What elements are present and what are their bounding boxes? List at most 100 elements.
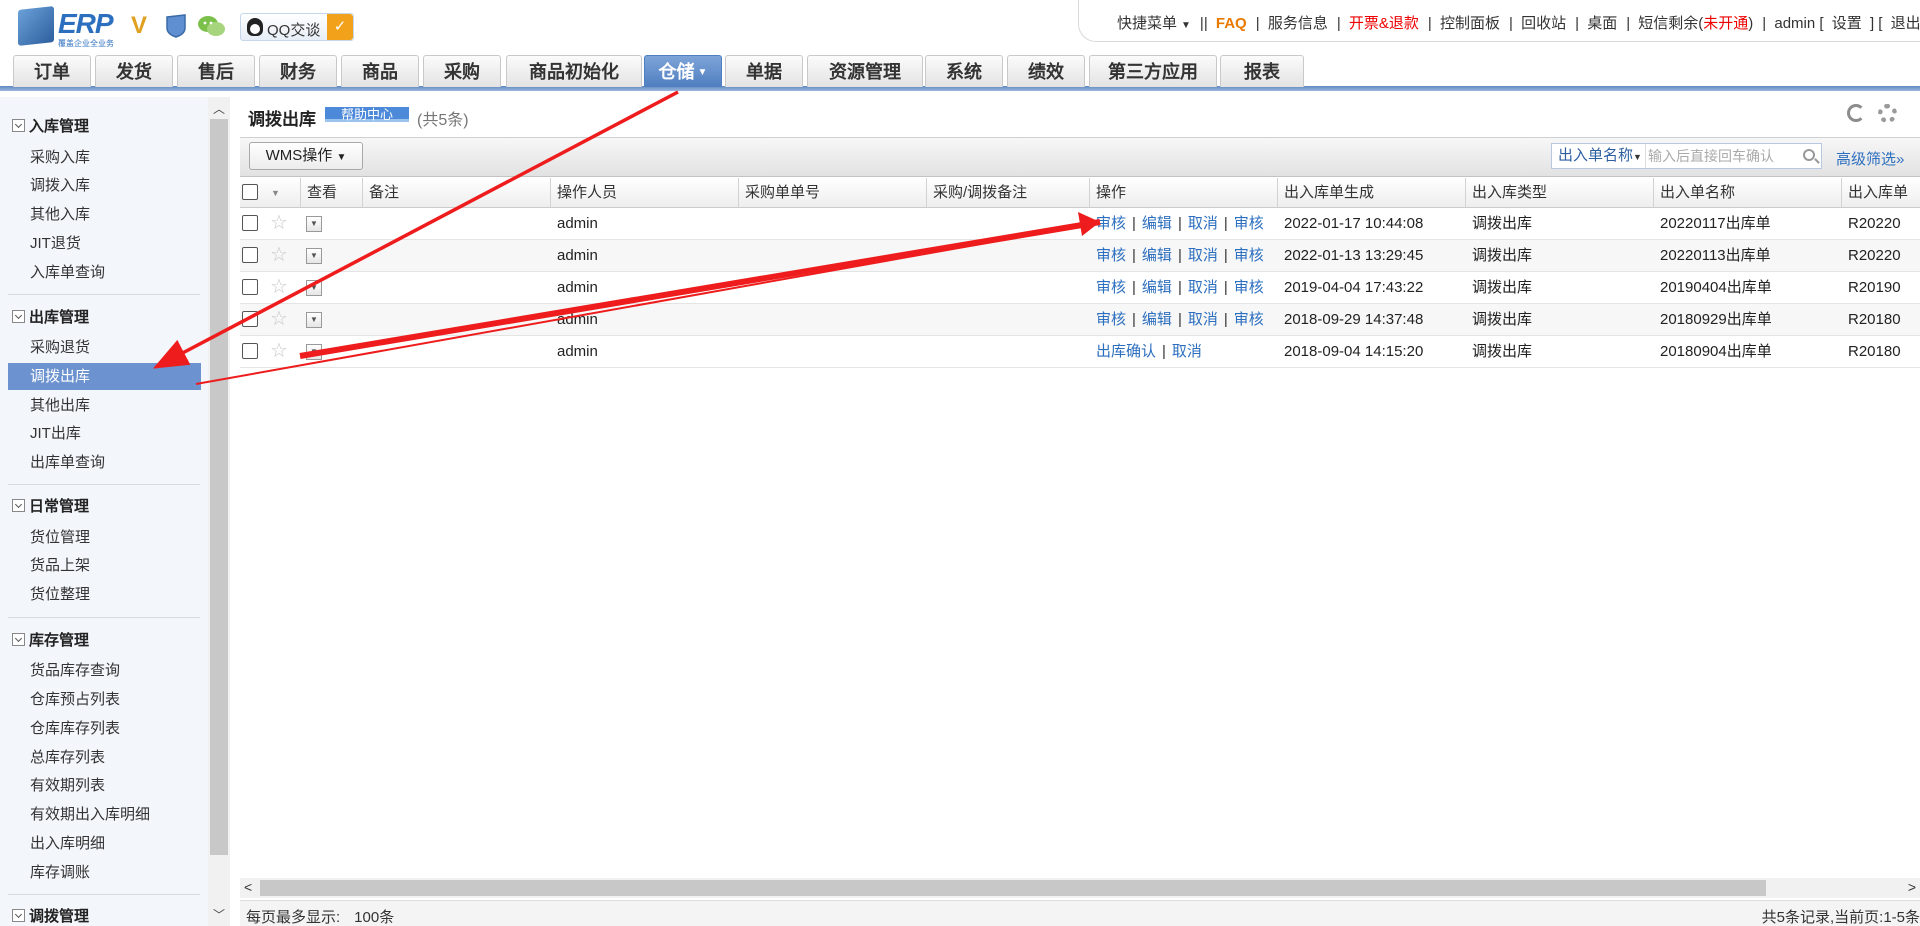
col-purchase-remark[interactable]: 采购/调拨备注: [927, 178, 1090, 208]
sidebar-item-warehouse-stock[interactable]: 仓库库存列表: [8, 715, 201, 742]
sidebar-item-stock-adjust[interactable]: 库存调账: [8, 859, 201, 886]
row-checkbox[interactable]: [242, 279, 258, 295]
sidebar-item-reserved-list[interactable]: 仓库预占列表: [8, 686, 201, 713]
op-link[interactable]: 取消: [1188, 279, 1218, 296]
tab-documents[interactable]: 单据: [725, 55, 803, 87]
tab-warehouse[interactable]: 仓储 ▼: [644, 55, 722, 87]
section-daily[interactable]: 日常管理: [12, 495, 89, 516]
col-created[interactable]: 出入库单生成: [1278, 178, 1466, 208]
search-input[interactable]: [1648, 145, 1798, 167]
col-view[interactable]: 查看: [301, 178, 363, 208]
op-link[interactable]: 编辑: [1142, 247, 1172, 264]
op-link[interactable]: 出库确认: [1096, 343, 1156, 360]
table-row[interactable]: ☆ ▼ admin 审核 | 编辑 | 取消 | 审核 2022-01-17 10:44:08 调拨出…: [240, 208, 1920, 240]
v-badge-icon[interactable]: V: [131, 14, 155, 38]
col-remark[interactable]: 备注: [363, 178, 551, 208]
row-view-dropdown-icon[interactable]: ▼: [306, 344, 322, 360]
tab-goods[interactable]: 商品: [341, 55, 419, 87]
quick-menu-caret-icon[interactable]: ▼: [1181, 20, 1191, 31]
sidebar-item-expiry-list[interactable]: 有效期列表: [8, 772, 201, 799]
control-panel-link[interactable]: 控制面板: [1440, 15, 1500, 32]
tab-performance[interactable]: 绩效: [1007, 55, 1085, 87]
select-all-checkbox[interactable]: [242, 184, 258, 200]
sidebar-item-expiry-detail[interactable]: 有效期出入库明细: [8, 801, 201, 828]
wechat-icon[interactable]: [197, 14, 225, 38]
sidebar-item-transfer-out[interactable]: 调拨出库: [8, 363, 201, 390]
section-transfer[interactable]: 调拨管理: [12, 905, 89, 926]
shield-icon[interactable]: [165, 14, 189, 38]
table-row[interactable]: ☆ ▼ admin 审核 | 编辑 | 取消 | 审核 2018-09-29 14:37:48 调拨出…: [240, 304, 1920, 336]
erp-logo[interactable]: ERP 覆盖企业全业务: [18, 4, 118, 48]
op-link[interactable]: 审核: [1096, 215, 1126, 232]
sidebar-item-purchase-in[interactable]: 采购入库: [8, 144, 201, 171]
table-row[interactable]: ☆ ▼ admin 审核 | 编辑 | 取消 | 审核 2019-04-04 17:43:22 调拨出…: [240, 272, 1920, 304]
section-outbound[interactable]: 出库管理: [12, 306, 89, 327]
table-row[interactable]: ☆ ▼ admin 审核 | 编辑 | 取消 | 审核 2022-01-13 13:29:45 调拨出…: [240, 240, 1920, 272]
star-icon[interactable]: ☆: [270, 213, 288, 233]
op-link[interactable]: 取消: [1188, 311, 1218, 328]
sidebar-item-location-tidy[interactable]: 货位整理: [8, 581, 201, 608]
sort-caret-icon[interactable]: ▼: [265, 178, 301, 208]
tab-goods-init[interactable]: 商品初始化: [506, 55, 642, 87]
tab-purchase[interactable]: 采购: [423, 55, 501, 87]
sidebar-item-shelving[interactable]: 货品上架: [8, 552, 201, 579]
section-inbound[interactable]: 入库管理: [12, 115, 89, 136]
tab-orders[interactable]: 订单: [13, 55, 91, 87]
wms-operations-button[interactable]: WMS操作 ▼: [249, 142, 363, 170]
horizontal-scrollbar[interactable]: < >: [240, 878, 1920, 898]
help-center-link[interactable]: 帮助中心: [325, 107, 409, 122]
sidebar-item-io-detail[interactable]: 出入库明细: [8, 830, 201, 857]
sidebar-item-outbound-query[interactable]: 出库单查询: [8, 449, 201, 476]
sidebar-item-jit-return[interactable]: JIT退货: [8, 230, 201, 257]
row-view-dropdown-icon[interactable]: ▼: [306, 216, 322, 232]
quick-menu-link[interactable]: 快捷菜单: [1117, 15, 1177, 32]
sidebar-item-stock-query[interactable]: 货品库存查询: [8, 657, 201, 684]
sidebar-item-location-manage[interactable]: 货位管理: [8, 524, 201, 551]
service-info-link[interactable]: 服务信息: [1268, 15, 1328, 32]
star-icon[interactable]: ☆: [270, 245, 288, 265]
horizontal-scroll-thumb[interactable]: [260, 880, 1766, 896]
op-link[interactable]: 审核: [1234, 279, 1264, 296]
op-link[interactable]: 编辑: [1142, 311, 1172, 328]
invoice-refund-link[interactable]: 开票&退款: [1349, 15, 1419, 32]
table-row[interactable]: ☆ ▼ admin 出库确认 | 取消 2018-09-04 14:15:20 调拨出库 201…: [240, 336, 1920, 368]
sidebar-item-inbound-query[interactable]: 入库单查询: [8, 259, 201, 286]
tab-third-party[interactable]: 第三方应用: [1089, 55, 1217, 87]
row-checkbox[interactable]: [242, 343, 258, 359]
sidebar-item-other-out[interactable]: 其他出库: [8, 392, 201, 419]
search-icon[interactable]: [1803, 149, 1815, 161]
scroll-right-icon[interactable]: >: [1908, 879, 1916, 895]
sidebar-scroll-thumb[interactable]: [210, 119, 228, 855]
row-checkbox[interactable]: [242, 311, 258, 327]
col-type[interactable]: 出入库类型: [1466, 178, 1654, 208]
sms-status-link[interactable]: 未开通: [1703, 15, 1748, 32]
desktop-link[interactable]: 桌面: [1587, 15, 1617, 32]
per-page-value[interactable]: 100条: [354, 909, 394, 926]
op-link[interactable]: 编辑: [1142, 279, 1172, 296]
tab-resources[interactable]: 资源管理: [807, 55, 923, 87]
row-view-dropdown-icon[interactable]: ▼: [306, 312, 322, 328]
col-name[interactable]: 出入单名称: [1654, 178, 1842, 208]
scroll-left-icon[interactable]: <: [244, 879, 252, 895]
row-checkbox[interactable]: [242, 247, 258, 263]
tab-shipping[interactable]: 发货: [95, 55, 173, 87]
faq-link[interactable]: FAQ: [1216, 15, 1247, 32]
star-icon[interactable]: ☆: [270, 309, 288, 329]
col-code[interactable]: 出入库单: [1842, 178, 1920, 208]
sidebar-item-total-stock[interactable]: 总库存列表: [8, 744, 201, 771]
op-link[interactable]: 编辑: [1142, 215, 1172, 232]
scroll-up-icon[interactable]: ︿: [213, 100, 225, 117]
op-link[interactable]: 取消: [1188, 247, 1218, 264]
op-link[interactable]: 审核: [1234, 215, 1264, 232]
gear-icon[interactable]: [1878, 104, 1897, 123]
op-link[interactable]: 取消: [1188, 215, 1218, 232]
row-view-dropdown-icon[interactable]: ▼: [306, 280, 322, 296]
sidebar-item-transfer-in[interactable]: 调拨入库: [8, 172, 201, 199]
tab-after-sales[interactable]: 售后: [177, 55, 255, 87]
row-checkbox[interactable]: [242, 215, 258, 231]
recycle-bin-link[interactable]: 回收站: [1521, 15, 1566, 32]
advanced-filter-link[interactable]: 高级筛选»: [1836, 148, 1904, 169]
settings-link[interactable]: 设置: [1832, 15, 1862, 32]
col-operations[interactable]: 操作: [1090, 178, 1278, 208]
col-operator[interactable]: 操作人员: [551, 178, 739, 208]
